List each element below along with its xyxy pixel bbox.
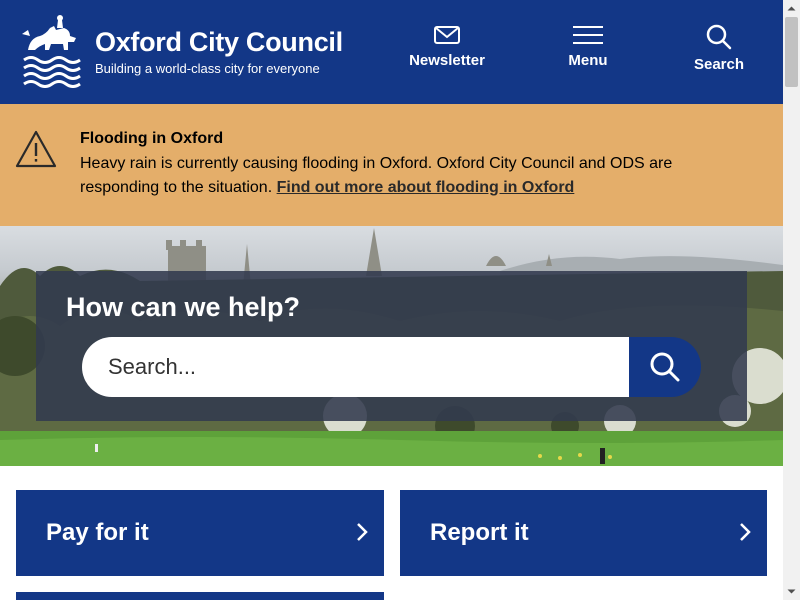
menu-button[interactable]: Menu <box>558 26 618 80</box>
newsletter-label: Newsletter <box>409 52 485 69</box>
site-header: Oxford City Council Building a world-cla… <box>0 0 783 104</box>
alert-title: Flooding in Oxford <box>80 130 224 147</box>
next-service-card[interactable] <box>16 592 384 600</box>
scrollbar-thumb[interactable] <box>785 17 798 87</box>
hamburger-menu-icon <box>573 26 603 44</box>
council-crest-logo-icon[interactable] <box>20 12 82 88</box>
scroll-up-arrow-icon[interactable] <box>783 0 800 17</box>
header-search-button[interactable]: Search <box>688 24 750 80</box>
site-name[interactable]: Oxford City Council <box>95 27 343 58</box>
scroll-down-arrow-icon[interactable] <box>783 583 800 600</box>
card-label: Report it <box>430 519 529 546</box>
report-it-card[interactable]: Report it <box>400 490 767 576</box>
chevron-right-icon <box>740 523 751 541</box>
envelope-icon <box>434 26 460 44</box>
warning-triangle-icon <box>15 130 57 168</box>
magnifier-icon <box>650 352 680 382</box>
site-search-input[interactable] <box>82 337 630 397</box>
flooding-info-link[interactable]: Find out more about flooding in Oxford <box>277 179 575 196</box>
site-tagline: Building a world-class city for everyone <box>95 61 320 76</box>
menu-label: Menu <box>568 52 608 69</box>
card-label: Pay for it <box>46 519 149 546</box>
page-viewport: Oxford City Council Building a world-cla… <box>0 0 783 600</box>
alert-message: Heavy rain is currently causing flooding… <box>80 152 720 200</box>
search-label: Search <box>693 56 745 73</box>
newsletter-button[interactable]: Newsletter <box>403 26 491 80</box>
page-scrollbar[interactable] <box>783 0 800 600</box>
pay-for-it-card[interactable]: Pay for it <box>16 490 384 576</box>
chevron-right-icon <box>357 523 368 541</box>
search-submit-button[interactable] <box>629 337 701 397</box>
help-heading: How can we help? <box>66 292 301 322</box>
magnifier-icon <box>706 24 732 50</box>
